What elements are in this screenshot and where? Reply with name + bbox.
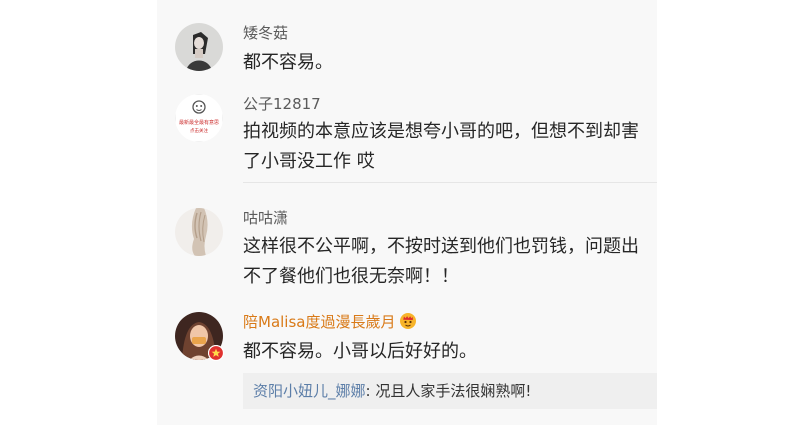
avatar[interactable]: 最新最全最有意思 点击关注 xyxy=(175,94,223,142)
avatar-image xyxy=(175,208,223,256)
comment-item: 咕咕潇 这样很不公平啊，不按时送到他们也罚钱，问题出不了餐他们也很无奈啊！！ xyxy=(157,190,657,295)
emoji-icon xyxy=(399,312,417,330)
avatar-image: 最新最全最有意思 点击关注 xyxy=(175,94,223,142)
comment-text: 拍视频的本意应该是想夸小哥的吧，但想不到却害了小哥没工作 哎 xyxy=(243,121,639,172)
comment-username[interactable]: 公子12817 xyxy=(243,95,321,113)
reply-line: 资阳小妞儿_娜娜: 况且人家手法很娴熟啊! xyxy=(253,382,531,400)
reply-separator: : xyxy=(365,382,376,400)
avatar-slogan: 最新最全最有意思 xyxy=(179,119,219,126)
reply-username[interactable]: 资阳小妞儿_娜娜 xyxy=(253,382,366,400)
comment-text: 都不容易。 xyxy=(243,52,333,73)
reply-text: 况且人家手法很娴熟啊! xyxy=(375,382,532,400)
comment-username[interactable]: 陪Malisa度過漫長歲月 xyxy=(243,313,395,331)
comment-username-row: 陪Malisa度過漫長歲月 xyxy=(243,312,417,331)
comment-username[interactable]: 咕咕潇 xyxy=(243,209,288,227)
comment-item: 陪Malisa度過漫長歲月 都不容易。小哥以后好好的。 资阳小妞儿_娜娜: 况且… xyxy=(157,295,657,425)
comment-username[interactable]: 矮冬菇 xyxy=(243,24,288,42)
reply-box[interactable]: 资阳小妞儿_娜娜: 况且人家手法很娴熟啊! xyxy=(243,373,657,409)
avatar-caption: 点击关注 xyxy=(190,127,208,134)
comment-item: 最新最全最有意思 点击关注 公子12817 拍视频的本意应该是想夸小哥的吧，但想… xyxy=(157,90,657,190)
comment-feed: 矮冬菇 都不容易。 最新最全最有意思 点击关注 公子12817 拍视频的本意应该… xyxy=(0,0,812,425)
comment-text: 这样很不公平啊，不按时送到他们也罚钱，问题出不了餐他们也很无奈啊！！ xyxy=(243,236,639,287)
comment-item: 矮冬菇 都不容易。 xyxy=(157,0,657,90)
avatar[interactable] xyxy=(175,208,223,256)
divider xyxy=(243,182,657,183)
comment-text: 都不容易。小哥以后好好的。 xyxy=(243,341,477,362)
avatar[interactable] xyxy=(175,23,223,71)
verified-badge-icon xyxy=(208,345,224,361)
avatar-image xyxy=(175,23,223,71)
